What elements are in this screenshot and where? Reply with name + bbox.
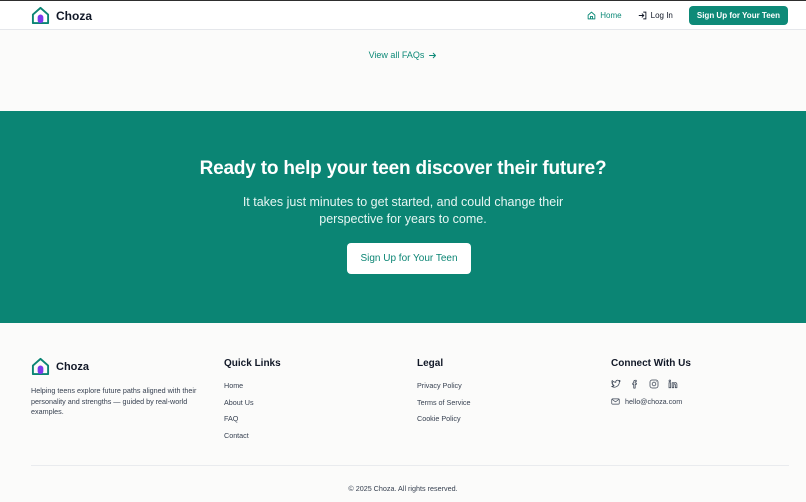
nav-home[interactable]: Home xyxy=(587,11,622,20)
brand-logo[interactable]: Choza xyxy=(31,6,92,25)
nav-home-label: Home xyxy=(600,11,622,20)
connect-title: Connect With Us xyxy=(611,358,691,369)
cta-title: Ready to help your teen discover their f… xyxy=(199,158,607,179)
footer-link-about[interactable]: About Us xyxy=(224,398,281,415)
footer-link-contact[interactable]: Contact xyxy=(224,431,281,448)
footer-legal: Legal Privacy Policy Terms of Service Co… xyxy=(417,357,471,431)
footer-link-privacy[interactable]: Privacy Policy xyxy=(417,381,471,398)
view-all-faqs-link[interactable]: View all FAQs xyxy=(369,50,438,60)
arrow-right-icon xyxy=(429,52,437,58)
footer-divider xyxy=(31,465,789,466)
cta-subtitle: It takes just minutes to get started, an… xyxy=(0,194,806,227)
cta-signup-button[interactable]: Sign Up for Your Teen xyxy=(347,243,471,274)
footer-link-home[interactable]: Home xyxy=(224,381,281,398)
site-header: Choza Home Log In Sign Up for Your Teen xyxy=(0,0,806,30)
login-icon xyxy=(638,11,646,20)
quick-links-title: Quick Links xyxy=(224,358,281,369)
home-logo-icon xyxy=(31,6,50,25)
footer-brand-name: Choza xyxy=(56,360,89,373)
nav-login-label: Log In xyxy=(650,11,673,20)
copyright: © 2025 Choza. All rights reserved. xyxy=(348,484,458,493)
social-links xyxy=(611,379,691,389)
brand-name: Choza xyxy=(56,8,92,23)
footer-link-faq[interactable]: FAQ xyxy=(224,414,281,431)
main-nav: Home Log In Sign Up for Your Teen xyxy=(587,6,788,25)
cta-subtitle-line2: perspective for years to come. xyxy=(319,211,487,226)
footer-connect: Connect With Us hello@choza.com xyxy=(611,357,691,406)
contact-email-label: hello@choza.com xyxy=(625,397,683,406)
legal-title: Legal xyxy=(417,358,444,369)
home-icon xyxy=(587,11,596,20)
faq-link-row: View all FAQs xyxy=(0,50,806,60)
footer-link-terms[interactable]: Terms of Service xyxy=(417,398,471,415)
home-logo-icon xyxy=(31,357,50,376)
facebook-icon[interactable] xyxy=(630,379,640,389)
linkedin-icon[interactable] xyxy=(668,379,678,389)
cta-section: Ready to help your teen discover their f… xyxy=(0,111,806,323)
instagram-icon[interactable] xyxy=(649,379,659,389)
view-all-faqs-label: View all FAQs xyxy=(368,50,425,60)
footer-logo[interactable]: Choza xyxy=(31,357,211,376)
footer-description: Helping teens explore future paths align… xyxy=(31,386,197,416)
twitter-icon[interactable] xyxy=(611,379,621,389)
footer-link-cookies[interactable]: Cookie Policy xyxy=(417,414,471,431)
header-signup-button[interactable]: Sign Up for Your Teen xyxy=(688,6,788,25)
footer-brand: Choza Helping teens explore future paths… xyxy=(31,357,211,418)
nav-login[interactable]: Log In xyxy=(638,11,673,20)
contact-email[interactable]: hello@choza.com xyxy=(611,397,691,406)
mail-icon xyxy=(611,398,620,405)
footer-quick-links: Quick Links Home About Us FAQ Contact xyxy=(224,357,281,447)
cta-subtitle-line1: It takes just minutes to get started, an… xyxy=(242,195,564,209)
